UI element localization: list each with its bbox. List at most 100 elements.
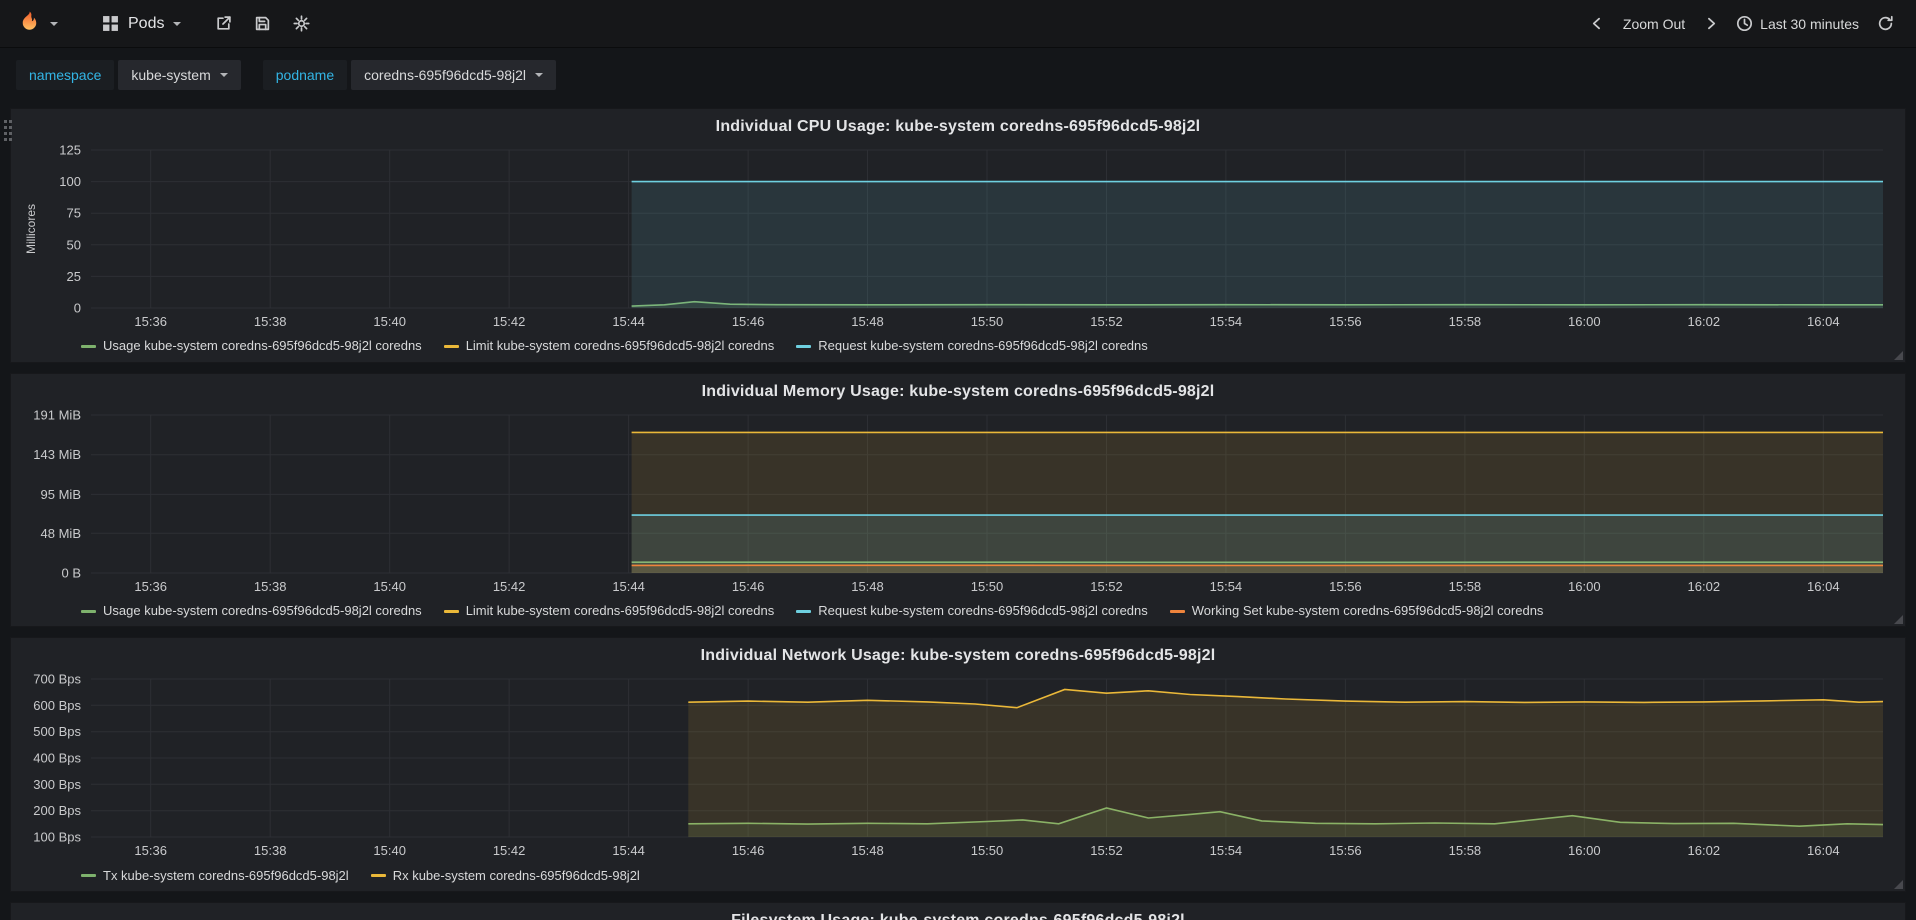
legend-item[interactable]: Request kube-system coredns-695f96dcd5-9… — [796, 338, 1148, 354]
grafana-logo-icon — [22, 11, 37, 30]
svg-text:16:00: 16:00 — [1568, 843, 1601, 858]
svg-text:191 MiB: 191 MiB — [33, 407, 81, 422]
time-shift-forward-button[interactable] — [1695, 10, 1726, 37]
panel-cpu-usage: Individual CPU Usage: kube-system coredn… — [10, 108, 1906, 363]
svg-text:15:48: 15:48 — [851, 843, 884, 858]
caret-down-icon — [219, 73, 228, 77]
series-color-swatch — [1169, 609, 1185, 613]
time-controls: Zoom Out Last 30 minutes — [1582, 9, 1902, 38]
caret-down-icon — [535, 73, 544, 77]
legend-label: Tx kube-system coredns-695f96dcd5-98j2l — [103, 867, 349, 883]
share-button[interactable] — [207, 9, 240, 38]
memory-usage-chart[interactable]: 15:36 15:38 15:40 15:42 15:44 15:46 15:48 15:50… — [19, 405, 1897, 599]
legend-item[interactable]: Limit kube-system coredns-695f96dcd5-98j… — [443, 338, 775, 354]
panel-resize-handle[interactable] — [1894, 879, 1903, 889]
svg-text:15:46: 15:46 — [732, 579, 765, 594]
svg-text:600 Bps: 600 Bps — [33, 698, 81, 713]
legend-item[interactable]: Request kube-system coredns-695f96dcd5-9… — [796, 603, 1148, 619]
panel-title[interactable]: Individual CPU Usage: kube-system coredn… — [19, 113, 1897, 140]
series-color-swatch — [370, 874, 386, 878]
legend-label: Rx kube-system coredns-695f96dcd5-98j2l — [392, 867, 640, 883]
svg-text:16:00: 16:00 — [1568, 314, 1601, 329]
dashboards-grid-icon — [103, 16, 118, 31]
svg-text:0 B: 0 B — [61, 565, 81, 580]
panel-title[interactable]: Filesystem Usage: kube-system coredns-69… — [19, 907, 1897, 920]
svg-text:15:50: 15:50 — [971, 843, 1004, 858]
svg-text:500 Bps: 500 Bps — [33, 724, 81, 739]
series-color-swatch — [81, 874, 96, 878]
variable-podname: podname coredns-695f96dcd5-98j2l — [262, 60, 557, 90]
svg-text:100: 100 — [59, 174, 81, 189]
grafana-main-menu[interactable] — [14, 10, 68, 37]
svg-text:15:56: 15:56 — [1329, 579, 1362, 594]
svg-text:15:36: 15:36 — [134, 843, 167, 858]
refresh-icon — [1878, 15, 1893, 31]
caret-down-icon — [50, 21, 58, 26]
dashboard-actions — [207, 9, 318, 38]
gear-icon — [293, 15, 311, 32]
time-range-picker[interactable]: Last 30 minutes — [1728, 9, 1867, 38]
svg-text:15:52: 15:52 — [1090, 579, 1123, 594]
panel-title[interactable]: Individual Network Usage: kube-system co… — [19, 642, 1897, 669]
cpu-usage-chart[interactable]: 15:36 15:38 15:40 15:42 15:44 15:46 15:48 15:50… — [19, 140, 1897, 334]
variable-value-podname[interactable]: coredns-695f96dcd5-98j2l — [351, 60, 557, 90]
svg-text:700 Bps: 700 Bps — [33, 672, 81, 687]
legend-item[interactable]: Usage kube-system coredns-695f96dcd5-98j… — [81, 603, 422, 619]
row-drag-handle[interactable] — [4, 120, 7, 123]
svg-text:15:54: 15:54 — [1210, 843, 1243, 858]
svg-text:100 Bps: 100 Bps — [33, 830, 81, 845]
save-icon — [256, 16, 270, 31]
caret-down-icon — [173, 21, 182, 26]
svg-text:125: 125 — [59, 143, 81, 158]
svg-text:15:40: 15:40 — [373, 314, 406, 329]
legend-item[interactable]: Rx kube-system coredns-695f96dcd5-98j2l — [370, 867, 640, 884]
network-usage-chart[interactable]: 15:36 15:38 15:40 15:42 15:44 15:46 15:48 15:50… — [19, 669, 1897, 863]
svg-text:15:38: 15:38 — [254, 314, 287, 329]
settings-button[interactable] — [285, 9, 318, 38]
template-variables-row: namespace kube-system podname coredns-69… — [0, 48, 1916, 102]
legend-item[interactable]: Limit kube-system coredns-695f96dcd5-98j… — [443, 603, 774, 619]
dashboard-picker[interactable]: Pods — [90, 9, 193, 39]
variable-selected-value: kube-system — [131, 67, 211, 83]
series-color-swatch — [796, 609, 812, 613]
refresh-button[interactable] — [1869, 9, 1902, 38]
svg-text:15:44: 15:44 — [612, 314, 645, 329]
svg-text:15:50: 15:50 — [971, 314, 1004, 329]
cpu-usage-legend: Usage kube-system coredns-695f96dcd5-98j… — [81, 335, 1897, 355]
svg-text:15:36: 15:36 — [134, 314, 167, 329]
svg-text:15:36: 15:36 — [134, 579, 167, 594]
zoom-out-button[interactable]: Zoom Out — [1615, 10, 1693, 38]
svg-text:0: 0 — [74, 301, 81, 316]
panel-title[interactable]: Individual Memory Usage: kube-system cor… — [19, 378, 1897, 405]
svg-text:15:48: 15:48 — [851, 579, 884, 594]
svg-text:200 Bps: 200 Bps — [33, 803, 81, 818]
svg-text:400 Bps: 400 Bps — [33, 751, 81, 766]
series-color-swatch — [443, 345, 459, 348]
save-button[interactable] — [246, 9, 279, 38]
svg-text:15:58: 15:58 — [1449, 579, 1482, 594]
svg-text:15:52: 15:52 — [1090, 314, 1123, 329]
svg-text:25: 25 — [67, 269, 81, 284]
legend-item[interactable]: Tx kube-system coredns-695f96dcd5-98j2l — [81, 868, 349, 884]
legend-label: Usage kube-system coredns-695f96dcd5-98j… — [103, 603, 422, 618]
svg-text:16:00: 16:00 — [1568, 579, 1601, 594]
zoom-out-label: Zoom Out — [1622, 15, 1686, 32]
legend-label: Limit kube-system coredns-695f96dcd5-98j… — [465, 338, 775, 354]
panel-resize-handle[interactable] — [1894, 615, 1903, 625]
svg-text:16:02: 16:02 — [1688, 314, 1721, 329]
panel-resize-handle[interactable] — [1894, 350, 1903, 360]
legend-item[interactable]: Working Set kube-system coredns-695f96dc… — [1169, 603, 1544, 619]
svg-text:16:02: 16:02 — [1688, 579, 1721, 594]
svg-text:300 Bps: 300 Bps — [33, 777, 81, 792]
clock-icon — [1737, 15, 1753, 32]
legend-item[interactable]: Usage kube-system coredns-695f96dcd5-98j… — [81, 338, 422, 354]
time-shift-back-button[interactable] — [1582, 10, 1613, 37]
chevron-left-icon — [1592, 17, 1600, 30]
variable-value-namespace[interactable]: kube-system — [118, 60, 241, 90]
svg-text:15:38: 15:38 — [254, 579, 287, 594]
legend-label: Working Set kube-system coredns-695f96dc… — [1191, 603, 1544, 618]
svg-text:16:04: 16:04 — [1807, 843, 1840, 858]
svg-text:75: 75 — [67, 206, 81, 221]
svg-text:15:42: 15:42 — [493, 314, 526, 329]
svg-text:15:54: 15:54 — [1210, 314, 1243, 329]
